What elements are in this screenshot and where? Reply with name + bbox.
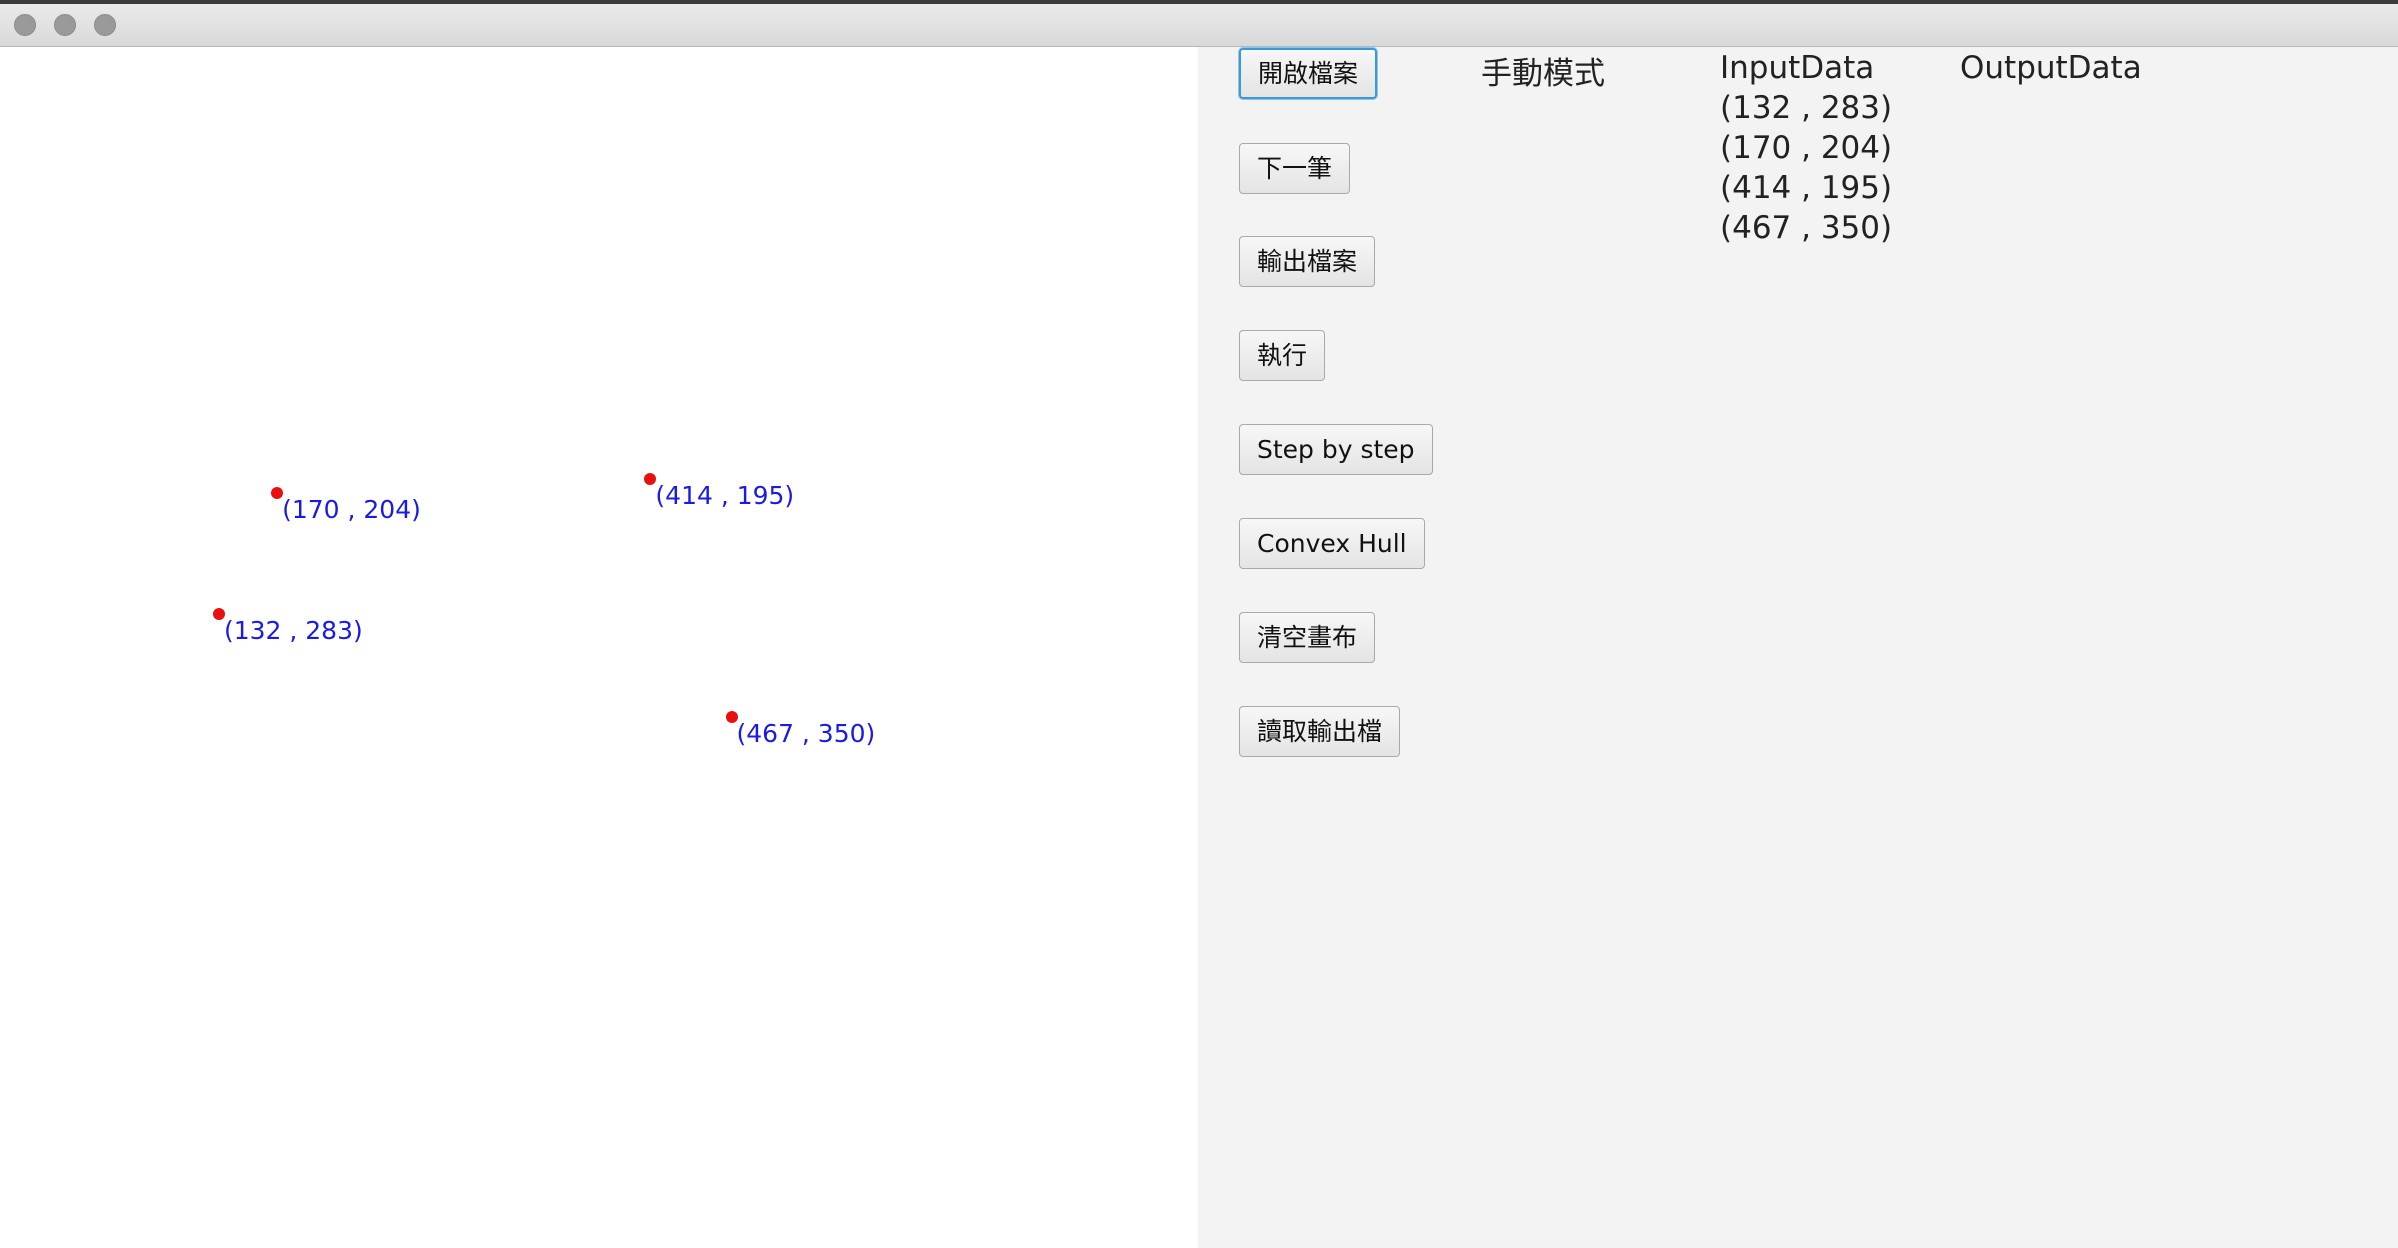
input-data-item: (414 , 195) bbox=[1720, 170, 1893, 206]
input-data-header: InputData bbox=[1720, 50, 1875, 86]
step-by-step-button[interactable]: Step by step bbox=[1239, 424, 1433, 475]
input-data-item: (467 , 350) bbox=[1720, 210, 1893, 246]
point-label: (414 , 195) bbox=[655, 480, 795, 510]
export-file-button[interactable]: 輸出檔案 bbox=[1239, 236, 1376, 287]
output-data-header: OutputData bbox=[1960, 50, 2142, 86]
point-label: (170 , 204) bbox=[282, 494, 421, 524]
convex-hull-button[interactable]: Convex Hull bbox=[1239, 518, 1425, 569]
open-file-button[interactable]: 開啟檔案 bbox=[1239, 48, 1378, 99]
close-window-button[interactable] bbox=[14, 14, 36, 36]
clear-canvas-button[interactable]: 清空畫布 bbox=[1239, 612, 1376, 663]
zoom-window-button[interactable] bbox=[94, 14, 116, 36]
input-data-item: (170 , 204) bbox=[1720, 130, 1893, 166]
mode-label: 手動模式 bbox=[1481, 56, 1605, 92]
menu-strip bbox=[0, 0, 2398, 4]
drawing-canvas[interactable]: (132 , 283) (170 , 204) (414 , 195) (467 , … bbox=[0, 47, 1198, 1248]
next-record-button[interactable]: 下一筆 bbox=[1239, 143, 1351, 194]
read-output-button[interactable]: 讀取輸出檔 bbox=[1239, 706, 1401, 757]
input-data-list: (132 , 283) (170 , 204) (414 , 195) (467… bbox=[1720, 88, 1892, 248]
input-data-item: (132 , 283) bbox=[1720, 90, 1893, 126]
title-bar[interactable] bbox=[0, 0, 2398, 47]
point-label: (467 , 350) bbox=[736, 718, 876, 748]
point-label: (132 , 283) bbox=[223, 615, 363, 645]
run-button[interactable]: 執行 bbox=[1239, 330, 1326, 381]
app-window: (132 , 283) (170 , 204) (414 , 195) (467 , … bbox=[0, 0, 2398, 1248]
minimize-window-button[interactable] bbox=[54, 14, 76, 36]
